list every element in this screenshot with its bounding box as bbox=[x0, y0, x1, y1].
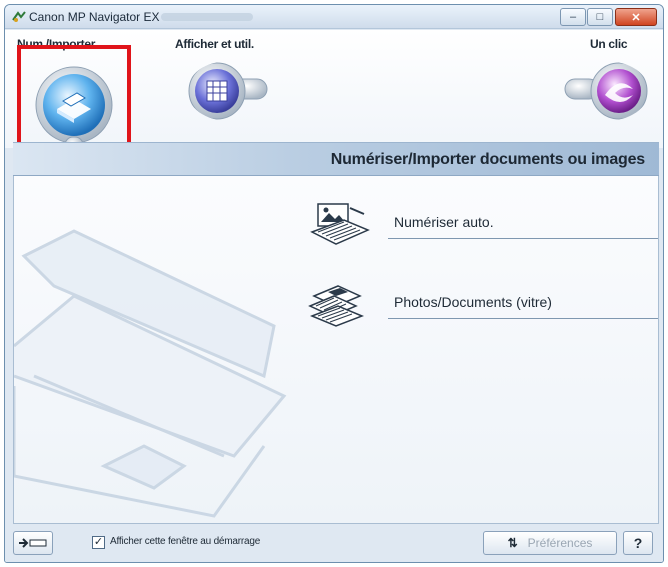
switch-mode-button[interactable] bbox=[13, 531, 53, 555]
preferences-label: Préférences bbox=[527, 536, 593, 550]
photos-documents-underline bbox=[388, 318, 658, 319]
title-redacted bbox=[161, 13, 253, 21]
tab-view-use-label[interactable]: Afficher et util. bbox=[175, 37, 254, 51]
preferences-button[interactable]: ⇅ Préférences bbox=[483, 531, 617, 555]
auto-scan-label[interactable]: Numériser auto. bbox=[394, 214, 494, 230]
close-icon: ✕ bbox=[631, 11, 641, 24]
footer-bar: ✓ Afficher cette fenêtre au démarrage ⇅ … bbox=[5, 525, 663, 562]
scanner-illustration bbox=[14, 229, 287, 518]
one-click-icon[interactable] bbox=[563, 61, 649, 121]
preferences-icon: ⇅ bbox=[507, 536, 518, 550]
auto-scan-underline bbox=[388, 238, 658, 239]
minimize-button[interactable]: – bbox=[560, 8, 586, 26]
startup-checkbox-label[interactable]: Afficher cette fenêtre au démarrage bbox=[110, 536, 260, 547]
section-header: Numériser/Importer documents ou images bbox=[13, 142, 659, 176]
help-icon: ? bbox=[633, 535, 643, 551]
auto-scan-icon bbox=[310, 203, 370, 245]
title-bar: Canon MP Navigator EX – □ ✕ bbox=[5, 5, 663, 29]
tab-one-click-label[interactable]: Un clic bbox=[590, 37, 628, 51]
help-button[interactable]: ? bbox=[623, 531, 653, 555]
maximize-icon: □ bbox=[596, 11, 604, 23]
auto-scan-item[interactable]: Numériser auto. bbox=[304, 200, 658, 252]
app-window: Canon MP Navigator EX – □ ✕ Num./Importe… bbox=[4, 4, 664, 563]
photos-documents-item[interactable]: Photos/Documents (vitre) bbox=[304, 280, 658, 332]
photos-documents-icon bbox=[308, 285, 365, 327]
section-title: Numériser/Importer documents ou images bbox=[330, 151, 645, 168]
window-title: Canon MP Navigator EX bbox=[29, 10, 160, 24]
photos-documents-label[interactable]: Photos/Documents (vitre) bbox=[394, 294, 552, 310]
minimize-icon: – bbox=[569, 11, 577, 23]
arrow-right-icon bbox=[19, 538, 47, 548]
app-icon bbox=[12, 11, 26, 22]
view-use-icon[interactable] bbox=[187, 61, 271, 121]
maximize-button[interactable]: □ bbox=[587, 8, 613, 26]
startup-checkbox[interactable]: ✓ bbox=[92, 536, 105, 549]
content-panel: Numériser auto. Photos/Documents (vitre) bbox=[13, 176, 659, 524]
close-button[interactable]: ✕ bbox=[615, 8, 657, 26]
